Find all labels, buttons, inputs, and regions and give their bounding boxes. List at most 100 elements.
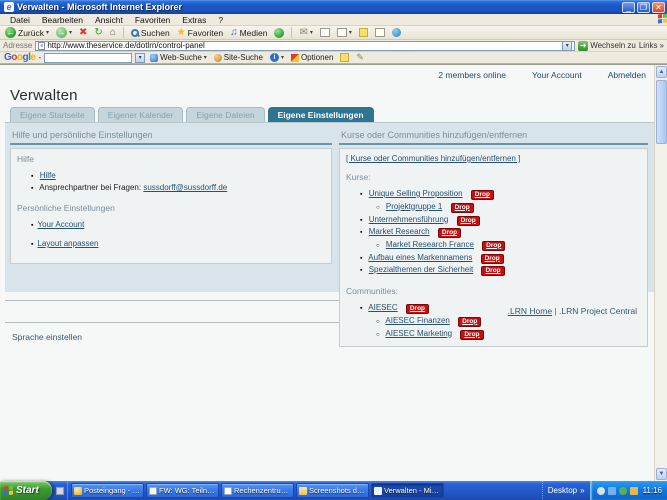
stop-button[interactable]: ✖ xyxy=(77,26,89,39)
drop-button[interactable]: Drop xyxy=(471,190,494,200)
pencil-button[interactable]: ✎ xyxy=(354,52,366,63)
community-item: AIESEC Marketing Drop xyxy=(376,329,641,341)
menu-item[interactable]: Bearbeiten xyxy=(36,14,89,26)
tab[interactable]: Eigene Einstellungen xyxy=(268,107,374,122)
window-title: Verwalten - Microsoft Internet Explorer xyxy=(17,2,620,12)
community-link[interactable]: AIESEC Finanzen xyxy=(385,316,449,325)
manage-memberships-link[interactable]: [ Kurse oder Communities hinzufügen/entf… xyxy=(346,154,520,163)
taskbar-task[interactable]: Rechenzentrum Uni K... xyxy=(221,483,294,498)
course-link[interactable]: Aufbau eines Markennamens xyxy=(368,253,472,262)
edit-button[interactable]: ▾ xyxy=(335,26,354,39)
menu-item[interactable]: Datei xyxy=(4,14,36,26)
back-button[interactable]: ← Zurück ▾ xyxy=(3,26,51,39)
tray-icon-4[interactable] xyxy=(630,487,638,495)
course-link[interactable]: Spezialthemen der Sicherheit xyxy=(369,265,474,274)
discuss-button[interactable] xyxy=(357,26,370,39)
links-label: Links xyxy=(639,41,658,50)
messenger-button[interactable] xyxy=(373,26,387,39)
address-input[interactable] xyxy=(47,41,560,50)
contacts-button[interactable] xyxy=(390,26,403,39)
course-link[interactable]: Unique Selling Proposition xyxy=(369,189,463,198)
scroll-up-icon[interactable]: ▲ xyxy=(656,66,667,78)
search-button[interactable]: Suchen xyxy=(129,26,172,39)
menu-item[interactable]: Extras xyxy=(176,14,212,26)
home-icon: ⌂ xyxy=(110,27,116,38)
lrn-home-link[interactable]: .LRN Home xyxy=(508,306,552,316)
restore-button[interactable]: ❐ xyxy=(637,2,650,13)
tab[interactable]: Eigene Dateien xyxy=(186,107,264,122)
mail-button[interactable]: ✉ ▾ xyxy=(297,26,314,39)
links-toolbar[interactable]: Links » xyxy=(639,41,664,50)
go-button[interactable]: ➜ Wechseln zu xyxy=(578,41,636,51)
contact-email-link[interactable]: sussdorff@sussdorff.de xyxy=(143,183,227,192)
google-input-dropdown-icon[interactable]: ▾ xyxy=(135,53,145,63)
tray-icon-3[interactable] xyxy=(619,487,627,495)
home-button[interactable]: ⌂ xyxy=(108,26,118,39)
drop-button[interactable]: Drop xyxy=(458,317,481,327)
forward-dropdown-icon: ▾ xyxy=(69,29,72,36)
scrollbar-thumb[interactable] xyxy=(656,80,667,144)
start-windows-flag-icon xyxy=(4,486,13,496)
tab[interactable]: Eigener Kalender xyxy=(98,107,184,122)
taskbar-task[interactable]: FW: WG: Teilnahme v... xyxy=(146,483,219,498)
drop-button[interactable]: Drop xyxy=(481,266,504,276)
print-button[interactable] xyxy=(318,26,332,39)
highlight-button[interactable] xyxy=(338,53,351,62)
taskbar-task[interactable]: Verwalten - Microsoft... xyxy=(371,483,444,498)
drop-button[interactable]: Drop xyxy=(460,330,483,340)
course-link[interactable]: Projektgruppe 1 xyxy=(386,202,442,211)
course-link[interactable]: Market Research xyxy=(369,227,430,236)
google-search-input[interactable] xyxy=(44,53,132,63)
history-button[interactable] xyxy=(272,26,286,39)
drop-button[interactable]: Drop xyxy=(457,216,480,226)
personal-settings-link[interactable]: Your Account xyxy=(37,220,84,229)
user-status-line: 2 members online Your Account Abmelden xyxy=(0,70,646,80)
minimize-button[interactable]: _ xyxy=(622,2,635,13)
google-logo: Google xyxy=(4,52,35,63)
start-label: Start xyxy=(16,485,39,496)
tray-icon-1[interactable] xyxy=(597,487,605,495)
desktop-toolbar[interactable]: Desktop » xyxy=(542,481,590,500)
contacts-icon xyxy=(392,28,401,37)
site-search-button[interactable]: Site-Suche xyxy=(212,53,265,62)
drop-button[interactable]: Drop xyxy=(451,203,474,213)
scroll-down-icon[interactable]: ▼ xyxy=(656,468,667,480)
media-button[interactable]: ♫ Medien xyxy=(228,26,269,39)
close-button[interactable]: ✕ xyxy=(652,2,665,13)
lrn-project-central-link[interactable]: .LRN Project Central xyxy=(559,306,637,316)
start-button[interactable]: Start xyxy=(0,481,52,500)
drop-button[interactable]: Drop xyxy=(438,228,461,238)
web-search-button[interactable]: Web-Suche ▾ xyxy=(148,53,209,62)
tray-icon-2[interactable] xyxy=(608,487,616,495)
logout-link[interactable]: Abmelden xyxy=(608,70,646,80)
forward-button[interactable]: → ▾ xyxy=(54,26,74,39)
menu-item[interactable]: Ansicht xyxy=(89,14,129,26)
course-link[interactable]: Unternehmensführung xyxy=(369,215,449,224)
address-field[interactable]: e ▾ xyxy=(35,41,575,51)
favorites-button[interactable]: ★ Favoriten xyxy=(175,26,225,39)
options-button[interactable]: Optionen xyxy=(289,53,335,62)
set-language-link[interactable]: Sprache einstellen xyxy=(12,332,82,342)
community-link[interactable]: AIESEC xyxy=(368,303,397,312)
help-link[interactable]: Hilfe xyxy=(40,171,56,180)
tab[interactable]: Eigene Startseite xyxy=(10,107,95,122)
communities-subheader: Communities: xyxy=(346,286,641,296)
page-info-button[interactable]: i ▾ xyxy=(268,53,286,62)
vertical-scrollbar[interactable]: ▲ ▼ xyxy=(654,65,667,481)
taskbar-task[interactable]: Screenshots dotLRN... xyxy=(296,483,369,498)
drop-button[interactable]: Drop xyxy=(482,241,505,251)
taskbar-task[interactable]: Posteingang - Micros... xyxy=(71,483,144,498)
course-list: Unique Selling Proposition Drop Projektg… xyxy=(360,189,641,276)
your-account-link[interactable]: Your Account xyxy=(532,70,582,80)
drop-button[interactable]: Drop xyxy=(406,304,429,314)
quick-launch-icon[interactable] xyxy=(56,487,64,495)
drop-button[interactable]: Drop xyxy=(481,254,504,264)
course-link[interactable]: Market Research France xyxy=(386,240,474,249)
refresh-button[interactable]: ↻ xyxy=(92,26,104,39)
personal-settings-link[interactable]: Layout anpassen xyxy=(37,239,98,248)
menu-item[interactable]: ? xyxy=(212,14,229,26)
address-dropdown-icon[interactable]: ▾ xyxy=(562,41,572,51)
community-link[interactable]: AIESEC Marketing xyxy=(385,329,452,338)
menu-item[interactable]: Favoriten xyxy=(129,14,176,26)
desktop-chevron-icon[interactable]: » xyxy=(580,486,584,495)
